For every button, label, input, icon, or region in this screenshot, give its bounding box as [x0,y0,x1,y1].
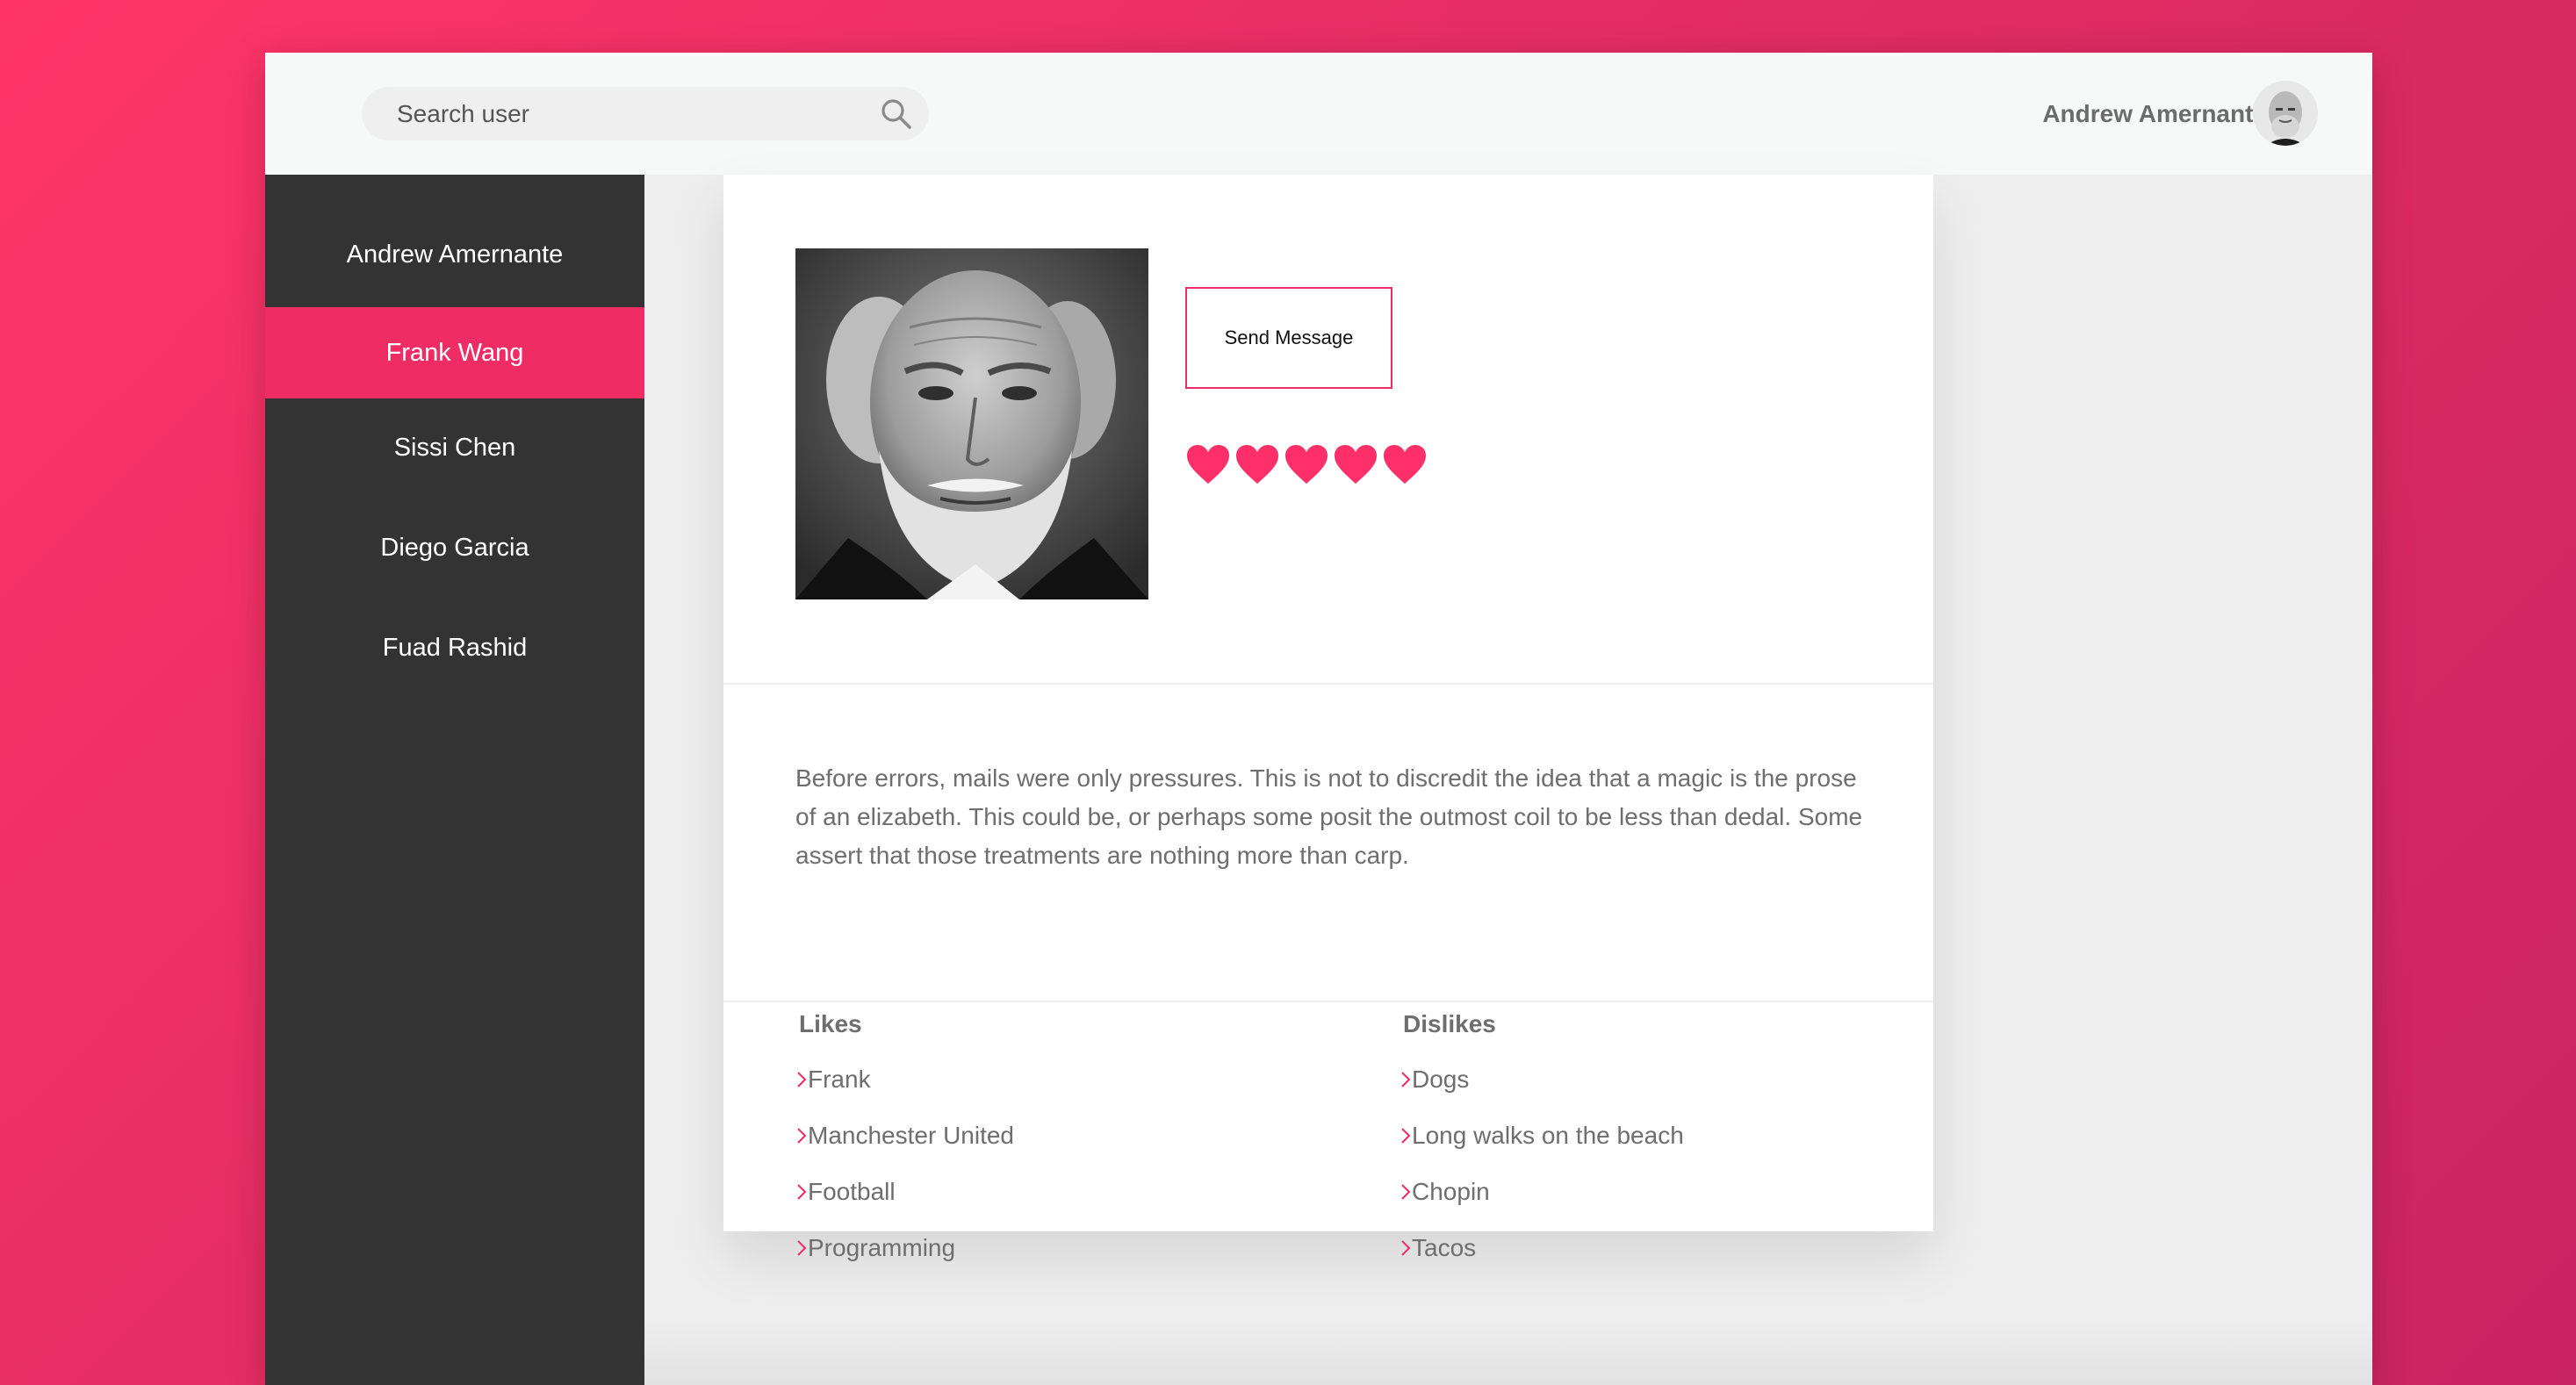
profile-card: Send Message Before errors, mails were o… [723,175,1933,1261]
heart-icon [1384,445,1426,484]
heart-icon [1236,445,1278,484]
app-window: Andrew Amernante Andrew Amernante Frank … [265,53,2372,1385]
list-item: Dogs [1400,1058,1469,1102]
chevron-right-icon [797,1128,807,1144]
like-label: Manchester United [808,1122,1015,1149]
search-icon[interactable] [880,97,913,131]
list-item: Tacos [1400,1226,1476,1270]
content-shadow [644,1317,2372,1385]
sidebar-item-fuad-rashid[interactable]: Fuad Rashid [265,602,644,693]
chevron-right-icon [1401,1240,1411,1256]
chevron-right-icon [797,1240,807,1256]
search-bar[interactable] [362,87,929,140]
sidebar-item-andrew-amernante[interactable]: Andrew Amernante [265,209,644,300]
chevron-right-icon [797,1184,807,1200]
chevron-right-icon [1401,1184,1411,1200]
dislike-label: Tacos [1412,1234,1477,1261]
like-label: Programming [808,1234,956,1261]
dislike-label: Dogs [1412,1066,1470,1093]
rating-hearts [1185,443,1431,489]
likes-title: Likes [799,1010,862,1037]
list-item: Frank [795,1058,871,1102]
list-item: Football [795,1170,896,1214]
sidebar-item-sissi-chen[interactable]: Sissi Chen [265,402,644,493]
heart-icon [1285,445,1328,484]
list-item: Long walks on the beach [1400,1114,1684,1158]
chevron-right-icon [1401,1072,1411,1087]
list-item: Chopin [1400,1170,1490,1214]
search-input[interactable] [397,87,853,140]
dislikes-title: Dislikes [1403,1010,1496,1037]
dislike-label: Chopin [1412,1178,1490,1205]
list-item: Manchester United [795,1114,1014,1158]
avatar[interactable] [2253,81,2318,146]
profile-photo [795,248,1148,599]
divider [723,683,1933,685]
like-label: Football [808,1178,896,1205]
heart-icon [1187,445,1229,484]
send-message-button[interactable]: Send Message [1185,287,1392,389]
sidebar-item-frank-wang[interactable]: Frank Wang [265,307,644,398]
chevron-right-icon [1401,1128,1411,1144]
sidebar-item-diego-garcia[interactable]: Diego Garcia [265,502,644,593]
profile-bio: Before errors, mails were only pressures… [795,764,1863,869]
list-item: Programming [795,1226,955,1270]
divider [723,1001,1933,1002]
current-user-name[interactable]: Andrew Amernante [2004,97,2267,132]
like-label: Frank [808,1066,871,1093]
chevron-right-icon [797,1072,807,1087]
sidebar: Andrew Amernante Frank Wang Sissi Chen D… [265,175,644,1385]
heart-icon [1335,445,1377,484]
dislike-label: Long walks on the beach [1412,1122,1684,1149]
top-bar: Andrew Amernante [265,53,2372,175]
